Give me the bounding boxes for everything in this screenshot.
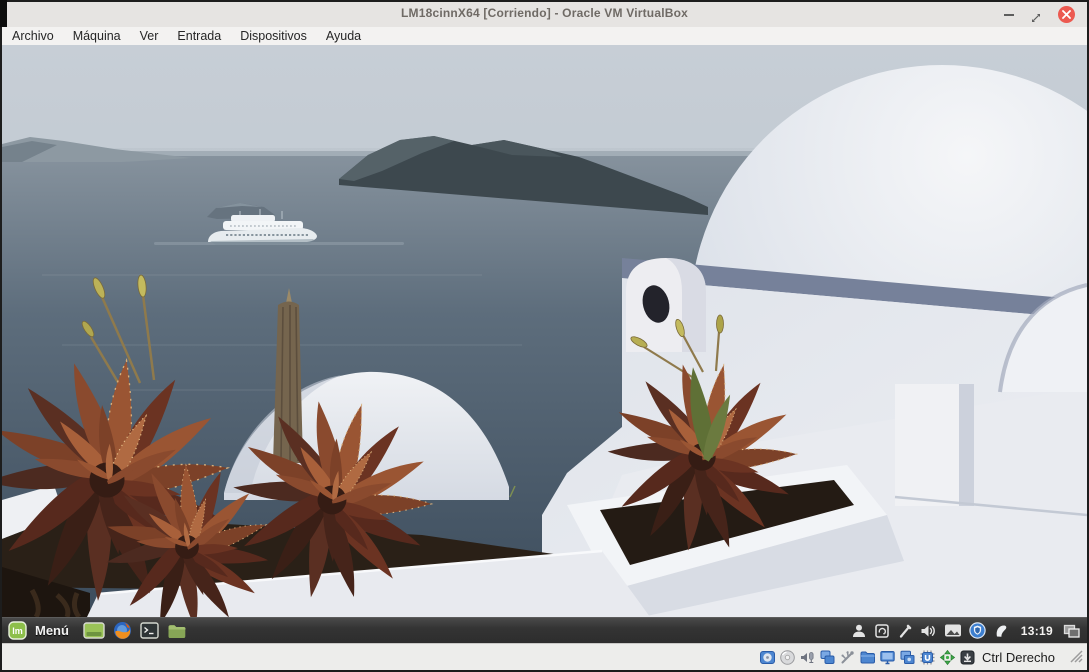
mouse-integration-icon[interactable]: [939, 649, 956, 666]
photo-icon: [944, 624, 961, 637]
window-list-applet[interactable]: [1063, 623, 1081, 639]
menu-ver[interactable]: Ver: [140, 29, 159, 43]
shared-folders-icon[interactable]: [859, 649, 876, 666]
network-icon: [996, 625, 1007, 637]
sync-frame-icon: [875, 623, 889, 638]
terminal-launcher[interactable]: [140, 622, 159, 639]
clock[interactable]: 13:19: [1021, 624, 1053, 638]
menu-archivo[interactable]: Archivo: [12, 29, 54, 43]
mint-taskbar: lm Menú 13:19: [2, 617, 1087, 643]
menubar: Archivo Máquina Ver Entrada Dispositivos…: [2, 27, 1087, 45]
brush-icon: [899, 624, 912, 638]
update-manager-applet[interactable]: [969, 622, 986, 639]
wallpaper-photo: [2, 45, 1087, 617]
network-applet[interactable]: [993, 623, 1009, 639]
user-applet[interactable]: [851, 623, 867, 639]
mint-logo-icon: lm: [8, 621, 27, 640]
volume-icon: [921, 625, 935, 636]
update-shield-icon: [969, 622, 986, 639]
menu-ayuda[interactable]: Ayuda: [326, 29, 361, 43]
screenshot-applet[interactable]: [944, 623, 962, 638]
menu-button-label[interactable]: Menú: [35, 623, 69, 638]
virtualbox-window: LM18cinnX64 [Corriendo] - Oracle VM Virt…: [0, 0, 1089, 672]
user-icon: [852, 624, 865, 637]
volume-applet[interactable]: [920, 623, 937, 639]
display-icon[interactable]: [879, 649, 896, 666]
resize-grip[interactable]: [1065, 645, 1083, 668]
restore-icon: [1032, 13, 1040, 22]
mint-menu-button[interactable]: lm: [8, 621, 27, 640]
menu-entrada[interactable]: Entrada: [177, 29, 221, 43]
svg-text:lm: lm: [12, 626, 23, 636]
sync-applet[interactable]: [874, 623, 890, 639]
close-icon: [1062, 10, 1071, 19]
hard-disks-icon[interactable]: [759, 649, 776, 666]
vm-screen: lm Menú 13:19: [2, 45, 1087, 643]
corner-notch: [0, 0, 7, 27]
restore-button[interactable]: [1031, 10, 1041, 22]
menu-maquina[interactable]: Máquina: [73, 29, 121, 43]
titlebar[interactable]: LM18cinnX64 [Corriendo] - Oracle VM Virt…: [2, 2, 1087, 27]
keyboard-capture-icon[interactable]: [959, 649, 976, 666]
firefox-launcher[interactable]: [113, 621, 132, 640]
files-launcher[interactable]: [167, 623, 187, 639]
optical-drives-icon[interactable]: [779, 649, 796, 666]
usb-devices-icon[interactable]: [839, 649, 856, 666]
vbox-statusbar: Ctrl Derecho: [2, 643, 1087, 670]
firefox-icon: [113, 622, 131, 639]
window-list-icon: [1063, 624, 1080, 638]
menu-dispositivos[interactable]: Dispositivos: [240, 29, 307, 43]
audio-icon[interactable]: [799, 649, 816, 666]
host-key-label: Ctrl Derecho: [982, 649, 1055, 665]
recording-icon[interactable]: [899, 649, 916, 666]
minimize-button[interactable]: [1004, 13, 1014, 16]
show-desktop-icon: [83, 622, 105, 639]
close-button[interactable]: [1058, 6, 1075, 23]
show-desktop-button[interactable]: [83, 622, 105, 639]
terminal-icon: [140, 622, 159, 639]
folder-icon: [168, 624, 186, 638]
window-title: LM18cinnX64 [Corriendo] - Oracle VM Virt…: [400, 6, 689, 20]
tablet-applet[interactable]: [897, 623, 913, 639]
network-adapters-icon[interactable]: [819, 649, 836, 666]
features-chip-icon[interactable]: [919, 649, 936, 666]
